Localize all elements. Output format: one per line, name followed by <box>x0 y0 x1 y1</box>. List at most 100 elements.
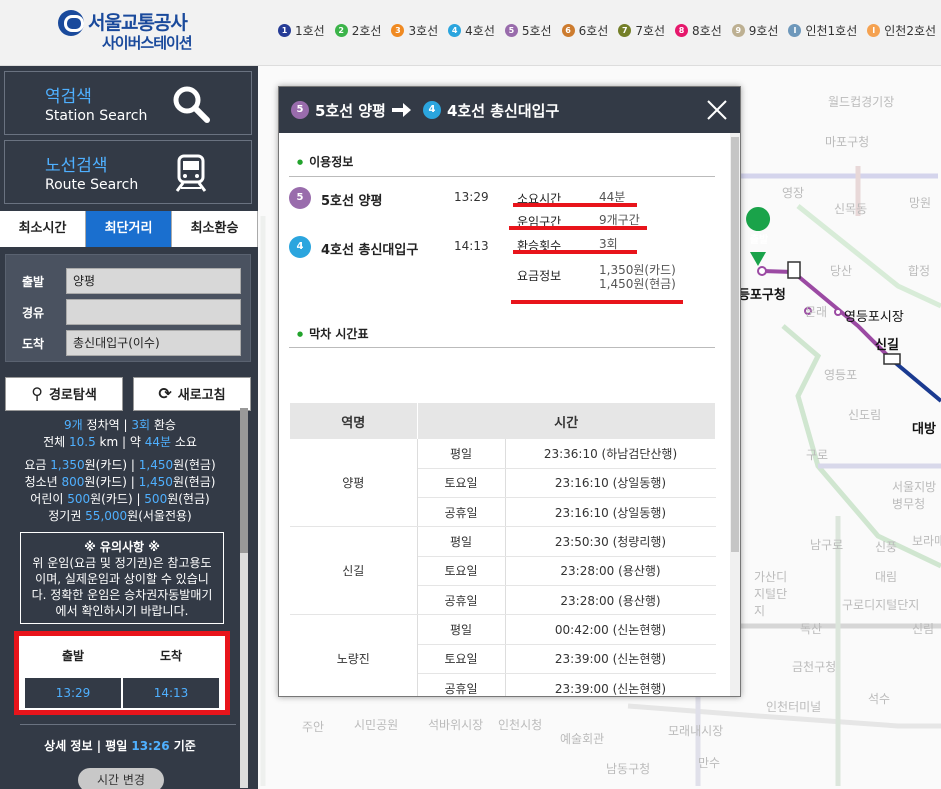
notice-line-3: 다. 정확한 운임은 승차권자동발매기 <box>31 588 213 602</box>
distance: 10.5 <box>68 435 96 449</box>
line-filter-label: 2호선 <box>351 24 382 38</box>
map-label-faint: 만수 <box>698 756 721 770</box>
last-train-rows: 양평 평일 23:36:10 (하남검단산행) 토요일 23:16:10 (상일동행) 공… <box>290 439 716 696</box>
transfer-suffix: 환승 <box>150 418 176 432</box>
station-cell: 양평 <box>290 439 418 528</box>
map-label-yeongdeungpo-market[interactable]: 영등포시장 <box>844 306 904 325</box>
line-filter-1[interactable]: 1 1호선 <box>278 22 325 39</box>
line-filter-4[interactable]: 4 4호선 <box>448 22 495 39</box>
line-filter-7[interactable]: 7 7호선 <box>618 22 665 39</box>
time-cell: 23:39:00 (신논현행) <box>505 644 716 674</box>
via-input[interactable] <box>66 299 241 325</box>
time-cell: 23:39:00 (신논현행) <box>505 673 716 696</box>
depart-header: 출발 <box>61 649 85 663</box>
line-filter-5[interactable]: 5 5호선 <box>504 22 552 39</box>
tab-min-time[interactable]: 최소시간 <box>0 211 86 247</box>
distance-suffix: km | 약 <box>95 435 145 449</box>
pass-label: 정기권 <box>48 509 86 523</box>
line-badge-icon: 4 <box>448 24 462 37</box>
modal-scroll-thumb[interactable] <box>731 137 739 552</box>
line-filter-8[interactable]: 8 8호선 <box>675 22 722 39</box>
notice-line-1: 위 운임(요금 및 정기권)은 참고용도 <box>32 556 212 570</box>
arrive-time: 14:13 <box>123 678 219 708</box>
line-badge-icon: 2 <box>334 24 348 37</box>
stop-count: 9개 <box>64 418 83 432</box>
map-label-faint: 가산디지털단지 <box>754 570 788 618</box>
detail-info: 상세 정보 | 평일 13:26 기준 <box>0 737 240 754</box>
end-input[interactable]: 총신대입구(이수) <box>66 330 241 356</box>
time-cell: 00:42:00 (신논현행) <box>505 614 716 645</box>
highlight-underline <box>509 226 647 230</box>
time-cell: 23:28:00 (용산행) <box>505 556 716 586</box>
modal-body: 이용정보 5 5호선 양평 13:29 4 4호선 총신대입구 14:13 소요… <box>279 133 730 696</box>
child-card: 500 <box>67 492 91 506</box>
time-change-button[interactable]: 시간 변경 <box>78 768 164 789</box>
line-badge-icon: 8 <box>675 24 689 37</box>
stop-count-suffix: 정차역 | <box>82 418 132 432</box>
map-label-faint: 망원 <box>909 196 932 210</box>
station-search-label-en: Station Search <box>45 108 148 124</box>
tab-shortest-distance[interactable]: 최단거리 <box>86 211 172 247</box>
tab-min-transfer[interactable]: 최소환승 <box>172 211 258 247</box>
refresh-label: 새로고침 <box>177 388 226 403</box>
line-badge-icon: 3 <box>391 24 405 37</box>
line-filter-6[interactable]: 6 6호선 <box>561 22 608 39</box>
map-label-faint: 신림 <box>912 622 935 636</box>
youth-card: 800 <box>61 475 85 489</box>
pass-price: 55,000 <box>85 509 128 523</box>
station-search-button[interactable]: 역검색 Station Search <box>4 71 252 135</box>
line-filter-label: 인천2호선 <box>884 24 937 38</box>
line-filter-10[interactable]: I 인천1호선 <box>788 22 857 39</box>
highlight-underline <box>511 300 683 304</box>
notice-line-2: 이며, 실제운임과 상이할 수 있습니 <box>35 572 209 586</box>
map-label-singil[interactable]: 신길 <box>875 334 899 353</box>
fare-info-card: 1,350원(카드) <box>599 263 676 277</box>
day-cell: 토요일 <box>417 556 506 586</box>
table-row: 노량진 평일 00:42:00 (신논현행) <box>290 614 716 696</box>
map-label-faint: 서울지방병무청 <box>892 480 937 511</box>
start-input[interactable]: 양평 <box>66 268 241 294</box>
map-label-faint: 신도림 <box>848 408 882 422</box>
line-filter-2[interactable]: 2 2호선 <box>334 22 382 39</box>
detail-day: 평일 <box>105 739 128 753</box>
depart-time: 13:29 <box>25 678 121 708</box>
fare-info-cash: 1,450원(현금) <box>599 277 676 291</box>
route-search-button[interactable]: 노선검색 Route Search <box>4 140 252 204</box>
line-filter-3[interactable]: 3 3호선 <box>391 22 438 39</box>
route-search-submit-button[interactable]: ⚲ 경로탐색 <box>5 377 123 411</box>
sidebar-scroll-thumb[interactable] <box>240 408 248 553</box>
highlight-underline <box>513 203 637 207</box>
pass-suffix: 원(서울전용) <box>127 509 192 523</box>
map-label-daebang[interactable]: 대방 <box>912 418 936 437</box>
map-label-faint: 금천구청 <box>792 660 837 674</box>
line-filter-label: 5호선 <box>521 24 552 38</box>
map-label-faint: 신풍 <box>875 540 898 554</box>
line-badge-icon: 1 <box>278 24 291 37</box>
map-label-faint: 인천터미널 <box>766 700 822 714</box>
child-card-suffix: 원(카드) | <box>90 492 145 506</box>
line5-badge: 5 <box>291 101 309 119</box>
modal-scrollbar[interactable] <box>730 133 740 696</box>
route-search-submit-label: 경로탐색 <box>48 388 97 403</box>
child-cash: 500 <box>144 492 168 506</box>
line-badge-icon: I <box>788 24 802 37</box>
end-label: 도착 <box>22 337 45 351</box>
fare-zone-value: 9개구간 <box>599 213 640 227</box>
logo-icon <box>58 10 84 36</box>
detail-prefix: 상세 정보 | <box>44 739 106 753</box>
refresh-button[interactable]: ⟳ 새로고침 <box>133 377 251 411</box>
map-label-faint: 예술회관 <box>560 732 605 746</box>
line-filter-9[interactable]: 9 9호선 <box>731 22 778 39</box>
last-train-table: 역명 시간 양평 평일 23:36:10 (하남검단산행) 토요일 23:16:10 (… <box>290 403 716 696</box>
close-icon[interactable] <box>706 99 728 121</box>
modal-from-station: 5호선 양평 <box>315 102 386 120</box>
map-label-dungpo[interactable]: 등포구청 <box>738 284 786 303</box>
logo-title: 서울교통공사 <box>88 12 188 34</box>
table-row: 신길 평일 23:50:30 (청량리행) <box>290 526 716 616</box>
map-label-faint: 남동구청 <box>606 762 651 776</box>
route-form: 출발 양평 경유 도착 총신대입구(이수) <box>5 254 251 362</box>
duration-suffix: 소요 <box>171 435 197 449</box>
sidebar: 역검색 Station Search 노선검색 Route Search 최소시… <box>0 66 258 789</box>
line-filter-11[interactable]: I 인천2호선 <box>867 22 936 39</box>
logo[interactable]: 서울교통공사 사이버스테이션 <box>58 8 228 58</box>
